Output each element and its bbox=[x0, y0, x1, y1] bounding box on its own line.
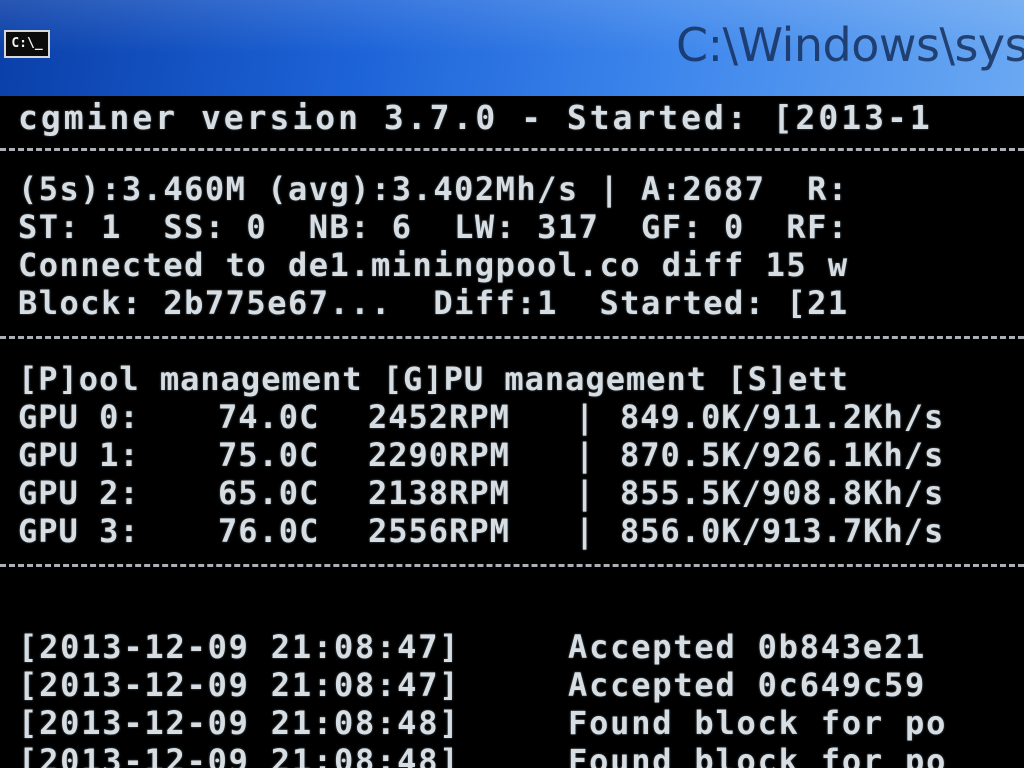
log-message: Found block for po bbox=[568, 704, 948, 742]
menu-line[interactable]: [P]ool management [G]PU management [S]et… bbox=[18, 360, 849, 398]
log-timestamp: [2013-12-09 21:08:47] bbox=[18, 666, 461, 704]
gpu-name: GPU 3: bbox=[18, 512, 140, 550]
log-message: Accepted 0c649c59 bbox=[568, 666, 927, 704]
command-prompt-icon[interactable]: C:\_ bbox=[4, 30, 50, 58]
separator bbox=[0, 336, 1024, 339]
title-bar[interactable]: C:\_ C:\Windows\syst bbox=[0, 0, 1024, 96]
block-line: Block: 2b775e67... Diff:1 Started: [21 bbox=[18, 284, 849, 322]
gpu-rpm: 2452RPM bbox=[368, 398, 510, 436]
status-line: ST: 1 SS: 0 NB: 6 LW: 317 GF: 0 RF: bbox=[18, 208, 849, 246]
gpu-temp: 65.0C bbox=[218, 474, 320, 512]
gpu-hashrate: 849.0K/911.2Kh/s bbox=[620, 398, 945, 436]
screen: C:\_ C:\Windows\syst cgminer version 3.7… bbox=[0, 0, 1024, 768]
console-output[interactable]: cgminer version 3.7.0 - Started: [2013-1… bbox=[0, 96, 1024, 768]
separator bbox=[0, 564, 1024, 567]
gpu-temp: 76.0C bbox=[218, 512, 320, 550]
window-title: C:\Windows\syst bbox=[676, 18, 1024, 72]
gpu-name: GPU 0: bbox=[18, 398, 140, 436]
log-timestamp: [2013-12-09 21:08:48] bbox=[18, 704, 461, 742]
gpu-name: GPU 2: bbox=[18, 474, 140, 512]
gpu-rpm: 2290RPM bbox=[368, 436, 510, 474]
gpu-hashrate: 856.0K/913.7Kh/s bbox=[620, 512, 945, 550]
version-header: cgminer version 3.7.0 - Started: [2013-1 bbox=[18, 98, 933, 137]
log-message: Found block for po bbox=[568, 742, 948, 768]
separator bbox=[0, 148, 1024, 151]
log-timestamp: [2013-12-09 21:08:47] bbox=[18, 628, 461, 666]
gpu-rpm: 2556RPM bbox=[368, 512, 510, 550]
gpu-hashrate: 870.5K/926.1Kh/s bbox=[620, 436, 945, 474]
gpu-separator: | bbox=[575, 436, 596, 474]
log-timestamp: [2013-12-09 21:08:48] bbox=[18, 742, 461, 768]
hashrate-line: (5s):3.460M (avg):3.402Mh/s | A:2687 R: bbox=[18, 170, 849, 208]
gpu-separator: | bbox=[575, 474, 596, 512]
gpu-temp: 75.0C bbox=[218, 436, 320, 474]
gpu-hashrate: 855.5K/908.8Kh/s bbox=[620, 474, 945, 512]
gpu-separator: | bbox=[575, 512, 596, 550]
log-message: Accepted 0b843e21 bbox=[568, 628, 927, 666]
gpu-temp: 74.0C bbox=[218, 398, 320, 436]
gpu-rpm: 2138RPM bbox=[368, 474, 510, 512]
connection-line: Connected to de1.miningpool.co diff 15 w bbox=[18, 246, 849, 284]
gpu-name: GPU 1: bbox=[18, 436, 140, 474]
gpu-separator: | bbox=[575, 398, 596, 436]
